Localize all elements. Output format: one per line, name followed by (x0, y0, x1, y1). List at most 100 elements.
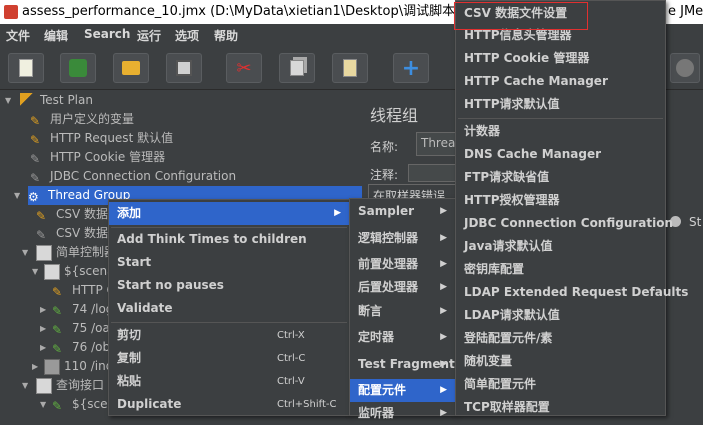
menu-separator (111, 322, 347, 323)
tree-item-simple-controller[interactable]: 简单控制器 (36, 243, 116, 262)
config-item-http-defaults[interactable]: HTTP请求默认值 (456, 93, 665, 116)
menu-help[interactable]: 帮助 (214, 27, 238, 44)
submenu-arrow-icon: ▶ (440, 206, 447, 216)
config-item-csv-data-set[interactable]: CSV 数据文件设置 (456, 2, 665, 25)
config-item-cookie-manager[interactable]: HTTP Cookie 管理器 (456, 47, 665, 70)
tree-item-110-ind[interactable]: 110 /ind (44, 357, 113, 376)
submenu-item-test-fragment[interactable]: Test Fragment ▶ (350, 353, 455, 376)
tree-item-76-obr[interactable]: ✎ 76 /obr (52, 338, 115, 357)
stop-button[interactable] (670, 53, 700, 83)
menu-item-start[interactable]: Start (109, 251, 349, 274)
submenu-item-sampler[interactable]: Sampler ▶ (350, 200, 455, 223)
submenu-item-logic-controller[interactable]: 逻辑控制器 ▶ (350, 227, 455, 250)
comment-label: 注释: (370, 168, 399, 182)
menu-item-add[interactable]: 添加 ▶ (109, 202, 349, 225)
expand-icon[interactable]: ▶ (40, 343, 50, 353)
config-item-counter[interactable]: 计数器 (456, 120, 665, 143)
config-item-simple-config[interactable]: 简单配置元件 (456, 373, 665, 396)
tree-item-jdbc-config[interactable]: ✎ JDBC Connection Configuration (30, 167, 236, 186)
config-wrench-icon: ✎ (36, 227, 47, 242)
config-wrench-icon: ✎ (30, 151, 41, 166)
collapse-icon[interactable]: ▼ (14, 191, 24, 201)
jmeter-app-icon (4, 5, 18, 19)
tree-item-scen[interactable]: ✎ ${scen (52, 395, 115, 414)
menu-options[interactable]: 选项 (175, 27, 199, 44)
menu-item-duplicate[interactable]: Duplicate Ctrl+Shift-C (109, 393, 349, 416)
window-title-tail: e JMet (668, 4, 703, 19)
collapse-icon[interactable]: ▼ (40, 400, 50, 410)
tree-item-74-log[interactable]: ✎ 74 /log (52, 300, 113, 319)
config-item-cache-manager[interactable]: HTTP Cache Manager (456, 70, 665, 93)
menu-edit[interactable]: 编辑 (44, 27, 68, 44)
panel-title: 线程组 (370, 106, 419, 125)
shortcut-cut: Ctrl-X (277, 330, 305, 341)
submenu-arrow-icon: ▶ (440, 332, 447, 342)
sampler-pencil-icon: ✎ (52, 398, 63, 413)
collapse-icon[interactable]: ▼ (5, 96, 15, 106)
menu-search[interactable]: Search (84, 27, 130, 41)
config-item-keystore[interactable]: 密钥库配置 (456, 258, 665, 281)
submenu-item-assertion[interactable]: 断言 ▶ (350, 300, 455, 323)
menu-item-cut[interactable]: 剪切 Ctrl-X (109, 324, 349, 347)
submenu-item-config-element[interactable]: 配置元件 ▶ (350, 379, 455, 402)
tree-item-test-plan[interactable]: Test Plan (20, 91, 93, 110)
tree-item-http-defaults[interactable]: ✎ HTTP Request 默认值 (30, 129, 173, 148)
menu-item-add-think-times[interactable]: Add Think Times to children (109, 228, 349, 251)
save-button[interactable] (166, 53, 202, 83)
menu-item-copy[interactable]: 复制 Ctrl-C (109, 347, 349, 370)
submenu-item-timer[interactable]: 定时器 ▶ (350, 326, 455, 349)
menu-file[interactable]: 文件 (6, 27, 30, 44)
submenu-arrow-icon: ▶ (440, 408, 447, 418)
expand-icon[interactable]: ▶ (40, 305, 50, 315)
tree-item-cookie-manager[interactable]: ✎ HTTP Cookie 管理器 (30, 148, 165, 167)
menu-item-start-no-pauses[interactable]: Start no pauses (109, 274, 349, 297)
collapse-icon[interactable]: ▼ (22, 248, 32, 258)
new-button[interactable] (8, 53, 44, 83)
config-item-ldap-defaults[interactable]: LDAP请求默认值 (456, 304, 665, 327)
config-wrench-icon: ✎ (52, 284, 63, 299)
menu-run[interactable]: 运行 (137, 27, 161, 44)
tree-item-csv-1[interactable]: ✎ CSV 数据 (36, 205, 108, 224)
collapse-icon[interactable]: ▼ (22, 381, 32, 391)
open-button[interactable] (113, 53, 149, 83)
name-label: 名称: (370, 140, 399, 154)
add-button[interactable]: + (393, 53, 429, 83)
config-item-header-manager[interactable]: HTTP信息头管理器 (456, 24, 665, 47)
cut-button[interactable]: ✂ (226, 53, 262, 83)
paste-button[interactable] (332, 53, 368, 83)
tree-item-csv-2[interactable]: ✎ CSV 数据 (36, 224, 108, 243)
config-item-login-config[interactable]: 登陆配置元件/素 (456, 327, 665, 350)
expand-icon[interactable]: ▶ (32, 362, 42, 372)
submenu-arrow-icon: ▶ (440, 306, 447, 316)
config-item-ldap-extended[interactable]: LDAP Extended Request Defaults (456, 281, 688, 304)
menu-item-validate[interactable]: Validate (109, 297, 349, 320)
expand-icon[interactable]: ▶ (40, 324, 50, 334)
gear-icon: ⚙ (28, 189, 39, 204)
submenu-item-listener[interactable]: 监听器 ▶ (350, 402, 455, 425)
window-title: assess_performance_10.jmx (D:\MyData\xie… (22, 4, 509, 19)
config-item-java-defaults[interactable]: Java请求默认值 (456, 235, 665, 258)
tree-item-http-c[interactable]: ✎ HTTP C (52, 281, 115, 300)
config-item-jdbc-config[interactable]: JDBC Connection Configuration (456, 212, 673, 235)
config-item-random-variable[interactable]: 随机变量 (456, 350, 665, 373)
config-item-dns-cache[interactable]: DNS Cache Manager (456, 143, 665, 166)
shortcut-duplicate: Ctrl+Shift-C (277, 399, 337, 410)
menu-item-paste[interactable]: 粘贴 Ctrl-V (109, 370, 349, 393)
submenu-item-pre-processor[interactable]: 前置处理器 ▶ (350, 253, 455, 276)
templates-icon (69, 59, 87, 77)
tree-item-scenario[interactable]: ${scena (44, 262, 114, 281)
tree-item-75-oar[interactable]: ✎ 75 /oar (52, 319, 115, 338)
submenu-arrow-icon: ▶ (440, 282, 447, 292)
config-item-ftp-defaults[interactable]: FTP请求缺省值 (456, 166, 665, 189)
collapse-icon[interactable]: ▼ (32, 267, 42, 277)
submenu-arrow-icon: ▶ (440, 259, 447, 269)
tree-item-query-api[interactable]: 查询接口 (36, 376, 104, 395)
config-wrench-icon: ✎ (30, 113, 41, 128)
tree-item-user-vars[interactable]: ✎ 用户定义的变量 (30, 110, 134, 129)
submenu-item-post-processor[interactable]: 后置处理器 ▶ (350, 276, 455, 299)
submenu-arrow-icon: ▶ (440, 385, 447, 395)
copy-button[interactable] (279, 53, 315, 83)
config-item-auth-manager[interactable]: HTTP授权管理器 (456, 189, 665, 212)
config-wrench-icon: ✎ (30, 170, 41, 185)
templates-button[interactable] (60, 53, 96, 83)
